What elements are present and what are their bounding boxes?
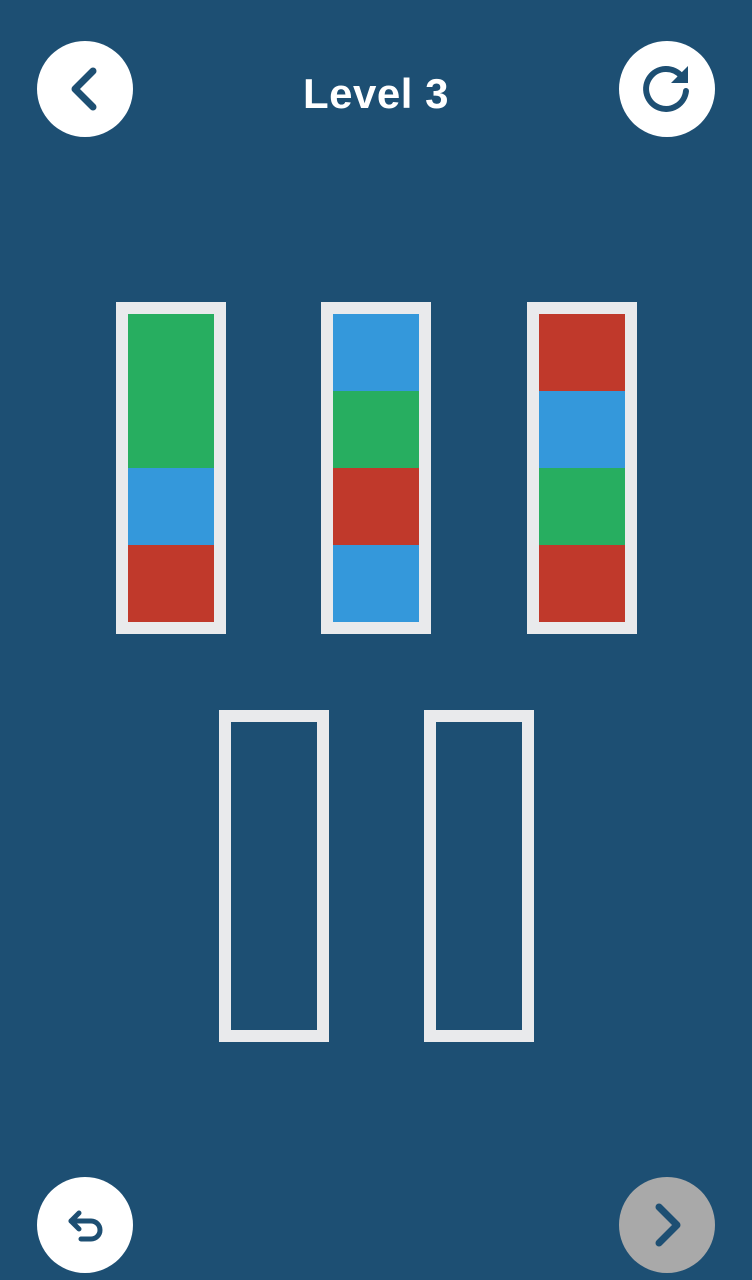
- restart-icon: [643, 65, 689, 112]
- next-level-button[interactable]: [619, 1177, 715, 1273]
- back-button[interactable]: [37, 41, 133, 137]
- tube-5[interactable]: [424, 710, 534, 1042]
- liquid-layer-green: [128, 314, 214, 391]
- liquid-layer-blue: [333, 314, 419, 391]
- liquid-layer-red: [539, 314, 625, 391]
- liquid-layer-green: [333, 391, 419, 468]
- liquid-layer-green: [128, 391, 214, 468]
- liquid-layer-red: [333, 468, 419, 545]
- tube-2[interactable]: [321, 302, 431, 634]
- level-title: Level 3: [303, 70, 449, 117]
- undo-icon: [68, 1210, 103, 1242]
- chevron-left-icon: [71, 67, 97, 111]
- liquid-layer-blue: [539, 391, 625, 468]
- tube-4[interactable]: [219, 710, 329, 1042]
- liquid-layer-blue: [333, 545, 419, 622]
- game-screen: Level 3: [0, 0, 752, 1280]
- liquid-layer-red: [128, 545, 214, 622]
- tube-3[interactable]: [527, 302, 637, 634]
- liquid-layer-blue: [128, 468, 214, 545]
- liquid-layer-green: [539, 468, 625, 545]
- liquid-layer-red: [539, 545, 625, 622]
- tube-1[interactable]: [116, 302, 226, 634]
- restart-button[interactable]: [619, 41, 715, 137]
- undo-button[interactable]: [37, 1177, 133, 1273]
- chevron-right-icon: [655, 1203, 681, 1247]
